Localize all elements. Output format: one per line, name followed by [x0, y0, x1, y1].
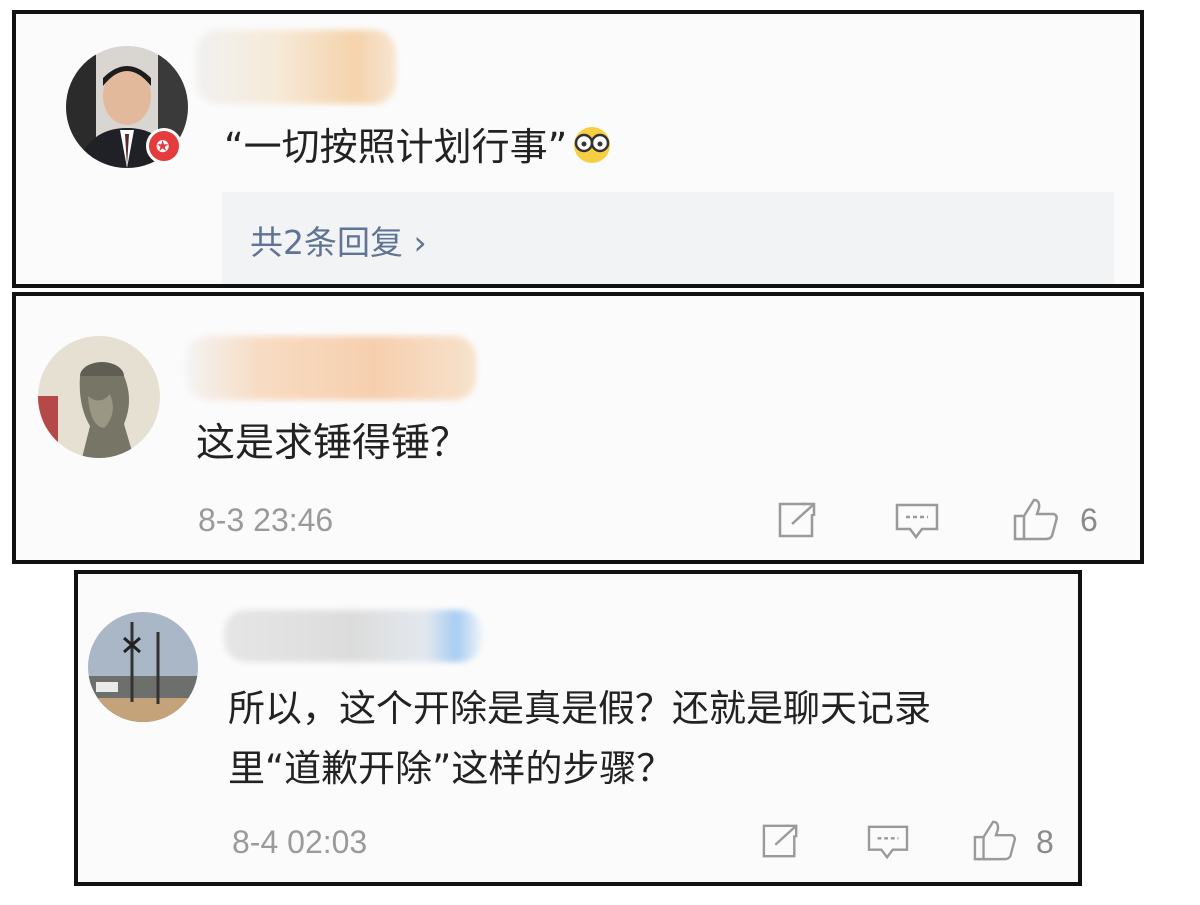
- like-count: 8: [1036, 824, 1054, 860]
- comment-card-2: 这是求锤得锤？ 8-3 23:46 6: [12, 292, 1144, 564]
- user-avatar[interactable]: [38, 336, 160, 458]
- comment-icon[interactable]: [894, 502, 940, 542]
- comment-text-line-1: 所以，这个开除是真是假？还就是聊天记录: [228, 687, 931, 730]
- view-replies-link[interactable]: 共2条回复 ›: [250, 216, 427, 264]
- blurred-username: [186, 336, 476, 400]
- share-icon[interactable]: [776, 500, 820, 540]
- share-icon[interactable]: [760, 822, 802, 860]
- comment-card-1: ✪ “一切按照计划行事” 共2条回复 ›: [12, 10, 1144, 288]
- user-avatar[interactable]: [88, 612, 198, 722]
- svg-text:✪: ✪: [156, 137, 169, 156]
- comment-text: 这是求锤得锤？: [196, 421, 470, 466]
- timestamp: 8-4 02:03: [232, 824, 368, 860]
- comment-text-line-2: 里“道歉开除”这样的步骤？: [228, 747, 674, 790]
- like-icon[interactable]: [972, 818, 1018, 862]
- verified-v-icon: ✪: [146, 128, 182, 164]
- glasses-face-emoji: [569, 125, 615, 174]
- comment-text: “一切按照计划行事”: [224, 116, 615, 174]
- like-count: 6: [1080, 502, 1098, 538]
- comment-icon[interactable]: [866, 824, 910, 862]
- blurred-username: [224, 610, 482, 662]
- like-icon[interactable]: [1012, 496, 1060, 542]
- blurred-username: [196, 30, 396, 104]
- comment-card-3: 所以，这个开除是真是假？还就是聊天记录 里“道歉开除”这样的步骤？ 8-4 02…: [74, 570, 1082, 886]
- replies-box[interactable]: 共2条回复 ›: [222, 192, 1114, 284]
- comment-text-content: “一切按照计划行事”: [224, 125, 568, 169]
- timestamp: 8-3 23:46: [198, 502, 334, 538]
